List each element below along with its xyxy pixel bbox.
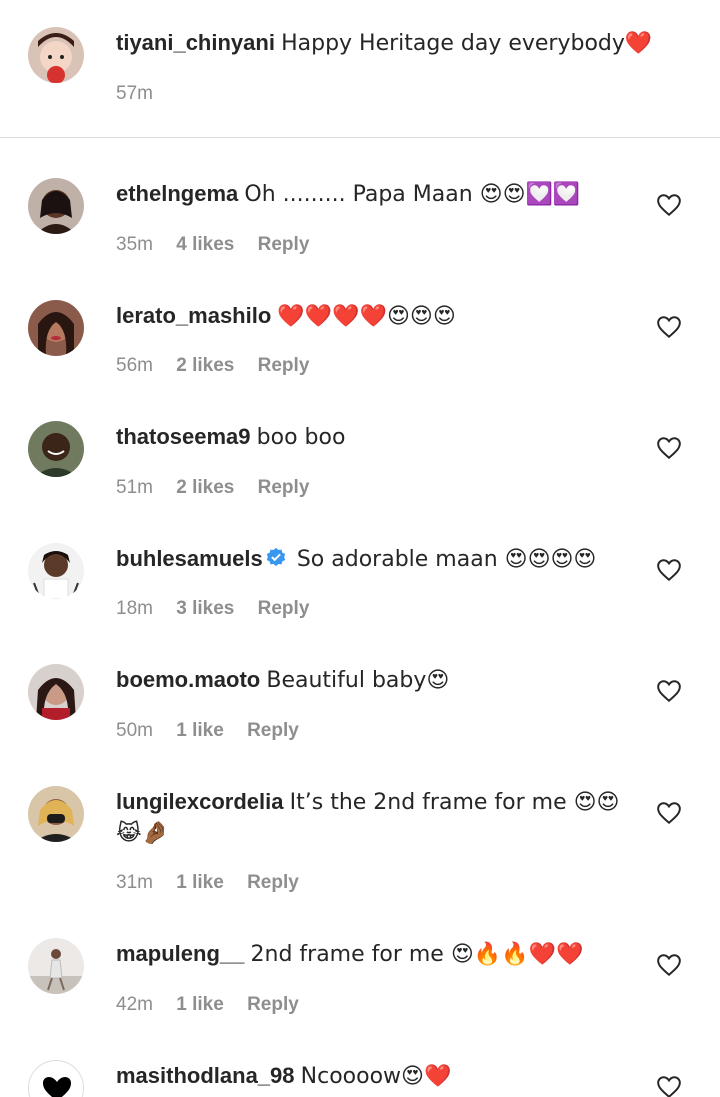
comment-text-line: buhlesamuels So adorable maan 😍😍😍😍: [116, 544, 630, 575]
comment-text-line: ethelngema Oh ......... Papa Maan 😍😍💟💟: [116, 179, 630, 210]
comment-text: Ncoooow😍❤️: [300, 1064, 452, 1089]
comment-text: boo boo: [256, 425, 346, 450]
comment-text-line: boemo.maoto Beautiful baby😍: [116, 665, 630, 696]
timestamp: 42m: [116, 994, 153, 1015]
verified-badge-icon: [265, 547, 287, 569]
likes-count[interactable]: 2 likes: [176, 355, 234, 376]
timestamp: 56m: [116, 355, 153, 376]
likes-count[interactable]: 1 like: [176, 994, 224, 1015]
avatar[interactable]: [28, 178, 84, 234]
avatar[interactable]: [28, 664, 84, 720]
comment-text-line: masithodlana_98 Ncoooow😍❤️: [116, 1061, 630, 1092]
reply-button[interactable]: Reply: [258, 598, 310, 619]
timestamp: 57m: [116, 83, 153, 104]
post-caption: tiyani_chinyani Happy Heritage day every…: [0, 0, 720, 138]
likes-count[interactable]: 4 likes: [176, 234, 234, 255]
timestamp: 18m: [116, 598, 153, 619]
comment-text-line: mapuleng__ 2nd frame for me 😍🔥🔥❤️❤️: [116, 939, 630, 970]
avatar[interactable]: [28, 543, 84, 599]
comment-text-line: lerato_mashilo ❤️❤️❤️❤️😍😍😍: [116, 301, 630, 332]
avatar[interactable]: [28, 421, 84, 477]
comment-text: Beautiful baby😍: [266, 668, 450, 693]
timestamp: 35m: [116, 234, 153, 255]
comment-text: 2nd frame for me 😍🔥🔥❤️❤️: [250, 942, 584, 967]
like-heart-icon[interactable]: [656, 435, 682, 461]
reply-button[interactable]: Reply: [247, 994, 299, 1015]
avatar[interactable]: [28, 786, 84, 842]
comment-text-line: thatoseema9 boo boo: [116, 422, 630, 453]
avatar[interactable]: [28, 938, 84, 994]
like-heart-icon[interactable]: [656, 1074, 682, 1097]
timestamp: 51m: [116, 477, 153, 498]
reply-button[interactable]: Reply: [247, 872, 299, 893]
comment-meta: 35m 4 likes Reply: [116, 233, 327, 257]
likes-count[interactable]: 2 likes: [176, 477, 234, 498]
username[interactable]: mapuleng__: [116, 941, 244, 966]
timestamp: 31m: [116, 872, 153, 893]
comment-meta: 57m: [116, 82, 171, 106]
comment-meta: 42m 1 like Reply: [116, 993, 317, 1017]
reply-button[interactable]: Reply: [258, 355, 310, 376]
like-heart-icon[interactable]: [656, 952, 682, 978]
avatar[interactable]: [28, 1060, 84, 1097]
likes-count[interactable]: 1 like: [176, 720, 224, 741]
comment-text: Oh ......... Papa Maan 😍😍💟💟: [244, 182, 581, 207]
username[interactable]: boemo.maoto: [116, 667, 260, 692]
like-heart-icon[interactable]: [656, 800, 682, 826]
timestamp: 50m: [116, 720, 153, 741]
comment-meta: 51m 2 likes Reply: [116, 476, 327, 500]
avatar[interactable]: [28, 27, 84, 83]
username[interactable]: buhlesamuels: [116, 546, 263, 571]
like-heart-icon[interactable]: [656, 314, 682, 340]
comment-meta: 50m 1 like Reply: [116, 719, 317, 743]
comment-text-line: lungilexcordelia It’s the 2nd frame for …: [116, 787, 624, 849]
like-heart-icon[interactable]: [656, 678, 682, 704]
comment-meta: 18m 3 likes Reply: [116, 597, 327, 621]
reply-button[interactable]: Reply: [247, 720, 299, 741]
comment-text: ❤️❤️❤️❤️😍😍😍: [277, 304, 456, 329]
avatar[interactable]: [28, 300, 84, 356]
username[interactable]: thatoseema9: [116, 424, 251, 449]
likes-count[interactable]: 3 likes: [176, 598, 234, 619]
likes-count[interactable]: 1 like: [176, 872, 224, 893]
caption-text: tiyani_chinyani Happy Heritage day every…: [116, 28, 652, 59]
username[interactable]: tiyani_chinyani: [116, 30, 275, 55]
comment-text: Happy Heritage day everybody❤️: [281, 31, 653, 56]
username[interactable]: lungilexcordelia: [116, 789, 284, 814]
comment-meta: 56m 2 likes Reply: [116, 354, 327, 378]
reply-button[interactable]: Reply: [258, 477, 310, 498]
like-heart-icon[interactable]: [656, 192, 682, 218]
username[interactable]: lerato_mashilo: [116, 303, 271, 328]
comment-text: So adorable maan 😍😍😍😍: [296, 547, 597, 572]
username[interactable]: masithodlana_98: [116, 1063, 295, 1088]
like-heart-icon[interactable]: [656, 557, 682, 583]
reply-button[interactable]: Reply: [258, 234, 310, 255]
username[interactable]: ethelngema: [116, 181, 238, 206]
comment-meta: 31m 1 like Reply: [116, 871, 317, 895]
